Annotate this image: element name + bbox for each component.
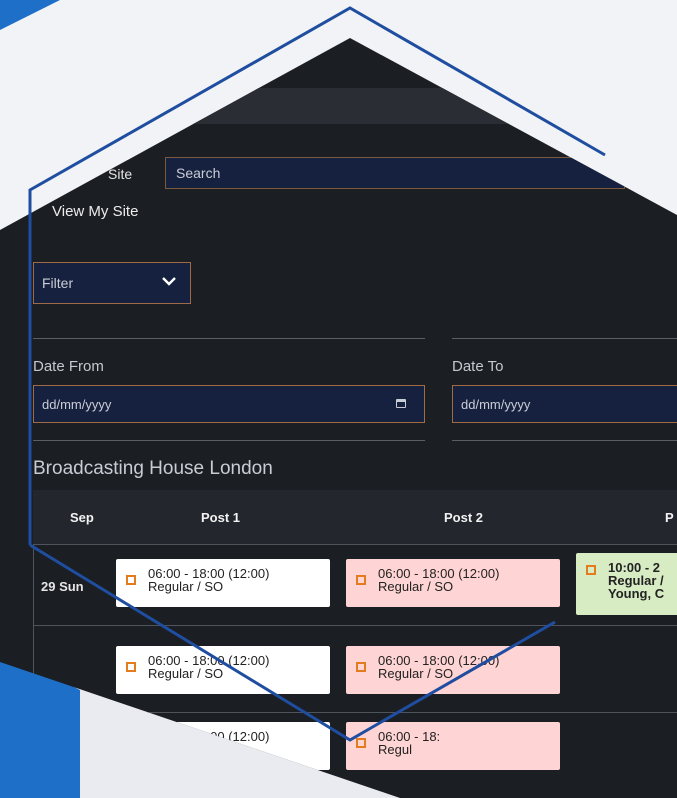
checkbox-icon[interactable]	[586, 565, 596, 575]
column-header-post-2: Post 2	[444, 510, 484, 525]
shift-cell[interactable]: 06:00 - 18: Regul	[346, 722, 560, 770]
divider	[452, 440, 677, 441]
shift-type: Regular / SO	[378, 579, 454, 594]
shift-cell[interactable]: 10:00 - 2 Regular / Young, C	[576, 553, 677, 615]
checkbox-icon[interactable]	[126, 662, 136, 672]
divider	[33, 338, 425, 339]
shift-cell[interactable]: 06:00 - 18:00 (12:00) Regular / SO	[116, 559, 330, 607]
divider	[452, 338, 677, 339]
date-from-placeholder: dd/mm/yyyy	[42, 397, 112, 412]
row-date: 29 Sun	[41, 579, 84, 594]
divider	[33, 440, 425, 441]
shift-type: Regular / SO	[148, 579, 224, 594]
search-input[interactable]: Search	[165, 157, 625, 189]
checkbox-icon[interactable]	[356, 575, 366, 585]
chevron-down-icon	[162, 277, 176, 286]
site-title: Broadcasting House London	[33, 458, 273, 479]
row-divider	[33, 625, 677, 626]
filter-dropdown[interactable]: Filter	[33, 262, 191, 304]
view-my-site-link[interactable]: View My Site	[52, 203, 138, 220]
calendar-icon[interactable]	[396, 399, 406, 408]
shift-cell[interactable]: 06:00 - 18:00 (12:00) Regular / SO	[346, 646, 560, 694]
date-to-input[interactable]: dd/mm/yyyy	[452, 385, 677, 423]
shift-cell[interactable]: 06:00 - 18:00 (12:00) Regular / SO	[346, 559, 560, 607]
checkbox-icon[interactable]	[356, 662, 366, 672]
date-to-label: Date To	[452, 358, 504, 375]
shift-type: Regular / SO	[378, 666, 454, 681]
shift-type: Regular / SO	[148, 666, 224, 681]
column-header-post-1: Post 1	[201, 510, 241, 525]
column-header-month: Sep	[70, 510, 94, 525]
column-header-post-3: P	[665, 510, 674, 525]
date-from-input[interactable]: dd/mm/yyyy	[33, 385, 425, 423]
shift-assignee: Young, C	[608, 586, 665, 601]
checkbox-icon[interactable]	[356, 738, 366, 748]
date-to-placeholder: dd/mm/yyyy	[461, 397, 531, 412]
date-from-label: Date From	[33, 358, 104, 375]
checkbox-icon[interactable]	[126, 575, 136, 585]
filter-selected-value: Filter	[42, 275, 74, 291]
table-header: Sep Post 1 Post 2 P	[33, 490, 677, 545]
shift-type: Regul	[378, 742, 412, 757]
shift-cell[interactable]: 06:00 - 18:00 (12:00) Regular / SO	[116, 646, 330, 694]
